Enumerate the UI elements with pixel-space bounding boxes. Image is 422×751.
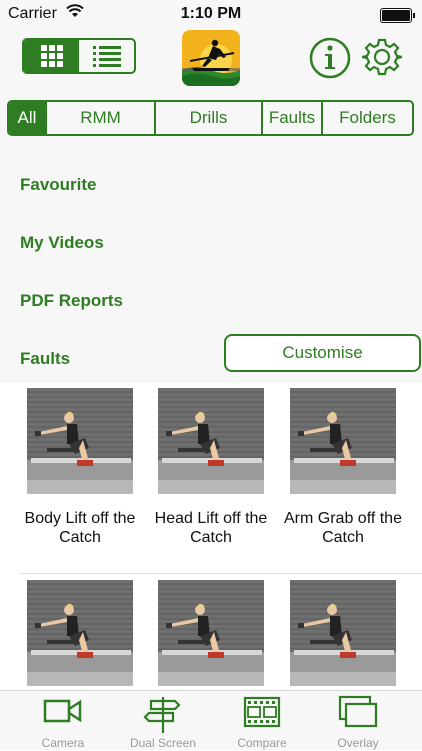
tab-label: Compare xyxy=(237,736,287,750)
tab-camera[interactable]: Camera xyxy=(13,691,113,751)
video-thumbnail[interactable] xyxy=(290,580,396,686)
tab-label: Overlay xyxy=(337,736,379,750)
video-thumbnail[interactable] xyxy=(27,580,133,686)
menu-item-pdf-reports[interactable]: PDF Reports xyxy=(20,291,123,311)
battery-icon xyxy=(380,8,415,23)
overlay-icon xyxy=(338,695,378,728)
video-thumbnail[interactable] xyxy=(158,388,264,494)
video-title-line: Body Lift off the xyxy=(24,510,136,527)
video-title-line: Arm Grab off the xyxy=(284,510,402,527)
filter-all[interactable]: All xyxy=(9,102,47,134)
signpost-icon xyxy=(143,697,181,733)
video-thumbnail[interactable] xyxy=(290,388,396,494)
tab-label: Camera xyxy=(41,736,85,750)
view-mode-toggle xyxy=(22,38,136,74)
rowing-thumbnail-image xyxy=(158,580,264,686)
rowing-thumbnail-image xyxy=(27,388,133,494)
category-filter: All RMM Drills Faults Folders xyxy=(7,100,414,136)
rowing-thumbnail-image xyxy=(290,388,396,494)
filter-drills[interactable]: Drills xyxy=(156,102,263,134)
menu-item-my-videos[interactable]: My Videos xyxy=(20,233,104,253)
row-divider xyxy=(20,573,422,574)
section-title-faults: Faults xyxy=(20,349,71,368)
tab-dual-screen[interactable]: Dual Screen xyxy=(113,691,213,751)
video-title-line: Catch xyxy=(322,529,364,546)
info-icon[interactable] xyxy=(309,37,351,79)
clock: 1:10 PM xyxy=(180,5,242,22)
list-view-button[interactable] xyxy=(79,40,134,72)
video-title: Body Lift off the Catch xyxy=(10,509,150,547)
grid-view-button[interactable] xyxy=(24,40,79,72)
list-icon xyxy=(92,46,121,67)
video-title: Head Lift off the Catch xyxy=(141,509,281,547)
rowing-thumbnail-image xyxy=(27,580,133,686)
video-title-line: Catch xyxy=(59,529,101,546)
video-grid: Body Lift off the Catch Head Lift off the C… xyxy=(0,383,422,690)
video-title-line: Catch xyxy=(190,529,232,546)
app-logo xyxy=(182,30,240,86)
status-bar: Carrier 1:10 PM xyxy=(0,0,422,28)
video-thumbnail[interactable] xyxy=(158,580,264,686)
grid-icon xyxy=(40,45,63,67)
rowing-thumbnail-image xyxy=(158,388,264,494)
rower-logo-icon xyxy=(182,30,240,86)
camera-icon xyxy=(43,699,82,723)
filter-bar: All RMM Drills Faults Folders xyxy=(0,88,422,148)
film-strip-icon xyxy=(243,696,281,728)
video-thumbnail[interactable] xyxy=(27,388,133,494)
menu-item-favourite[interactable]: Favourite xyxy=(20,175,97,195)
filter-faults[interactable]: Faults xyxy=(263,102,323,134)
tab-bar: Camera Dual Screen Compare Overlay xyxy=(0,690,422,750)
tab-overlay[interactable]: Overlay xyxy=(308,691,408,751)
tab-compare[interactable]: Compare xyxy=(212,691,312,751)
header xyxy=(0,28,422,88)
category-menu: Favourite My Videos PDF Reports Faults C… xyxy=(0,148,422,383)
filter-folders[interactable]: Folders xyxy=(323,102,412,134)
tab-label: Dual Screen xyxy=(129,736,197,750)
gear-icon[interactable] xyxy=(362,37,402,77)
rowing-thumbnail-image xyxy=(290,580,396,686)
video-title: Arm Grab off the Catch xyxy=(273,509,413,547)
customise-button[interactable]: Customise xyxy=(224,334,421,372)
filter-rmm[interactable]: RMM xyxy=(47,102,156,134)
video-title-line: Head Lift off the xyxy=(154,510,268,527)
